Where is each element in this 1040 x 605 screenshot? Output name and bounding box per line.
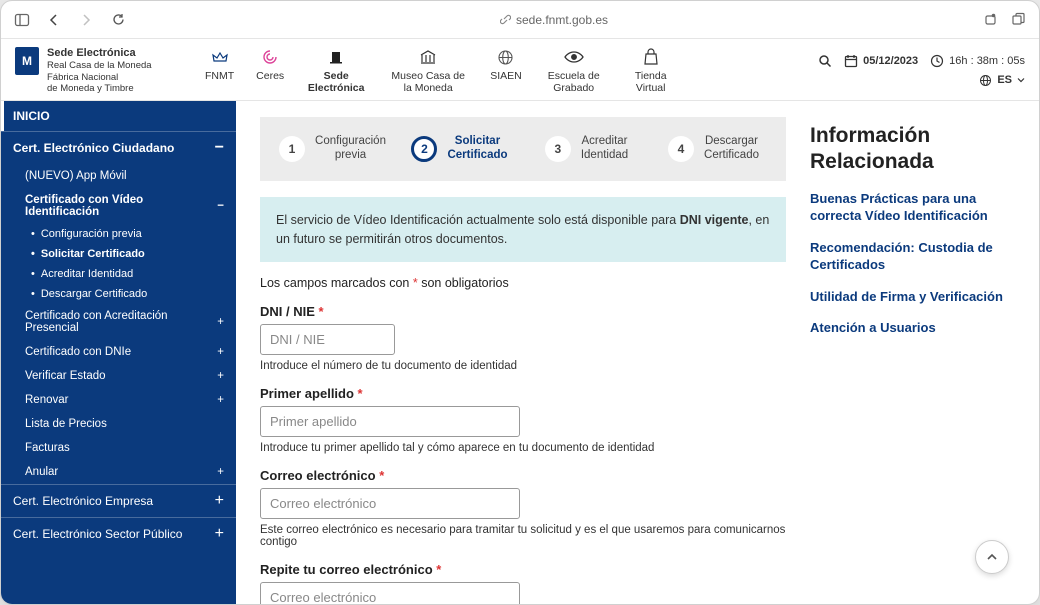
form-area: 1Configuraciónprevia 2SolicitarCertifica…: [260, 101, 786, 604]
step-4[interactable]: 4DescargarCertificado: [653, 135, 774, 163]
brand[interactable]: Sede Electrónica Real Casa de la Moneda …: [15, 47, 195, 94]
eye-icon: [564, 47, 584, 67]
dni-label: DNI / NIE *: [260, 304, 786, 319]
info-notice: El servicio de Vídeo Identificación actu…: [260, 197, 786, 263]
sidebar-cert-acreditacion[interactable]: Certificado con Acreditación Presencial+: [1, 304, 236, 340]
reload-icon[interactable]: [109, 11, 127, 29]
lang-selector[interactable]: ES: [978, 73, 1025, 87]
sidebar-cert-dnie[interactable]: Certificado con DNIe+: [1, 340, 236, 364]
bag-icon: [641, 47, 661, 67]
email-label: Correo electrónico *: [260, 468, 786, 483]
field-email: Correo electrónico * Este correo electró…: [260, 468, 786, 548]
expand-icon: +: [217, 466, 224, 478]
dni-input[interactable]: [260, 324, 395, 355]
email-hint: Este correo electrónico es necesario par…: [260, 524, 786, 548]
sidebar-acreditar[interactable]: Acreditar Identidad: [1, 264, 236, 284]
nav-fnmt[interactable]: FNMT: [205, 47, 234, 94]
brand-text: Sede Electrónica Real Casa de la Moneda …: [47, 47, 152, 94]
date-display: 05/12/2023: [844, 54, 918, 68]
collapse-icon: −: [215, 140, 224, 156]
apellido-hint: Introduce tu primer apellido tal y cómo …: [260, 442, 786, 454]
globe-small-icon: [978, 73, 992, 87]
step-1[interactable]: 1Configuraciónprevia: [272, 135, 393, 163]
calendar-icon: [844, 54, 858, 68]
expand-icon: +: [215, 493, 224, 509]
museum-icon: [418, 47, 438, 67]
email-input[interactable]: [260, 488, 520, 519]
share-icon[interactable]: [981, 11, 999, 29]
field-apellido: Primer apellido * Introduce tu primer ap…: [260, 386, 786, 454]
top-right: 05/12/2023 16h : 38m : 05s ES: [818, 54, 1025, 87]
sidebar-solicitar[interactable]: Solicitar Certificado: [1, 244, 236, 264]
main: 1Configuraciónprevia 2SolicitarCertifica…: [236, 101, 1039, 604]
nav-escuela[interactable]: Escuela de Grabado: [544, 47, 604, 94]
step-2[interactable]: 2SolicitarCertificado: [399, 135, 520, 163]
nav-sede[interactable]: Sede Electrónica: [306, 47, 366, 94]
sidebar-renovar[interactable]: Renovar+: [1, 388, 236, 412]
nav-museo[interactable]: Museo Casa de la Moneda: [388, 47, 468, 94]
nav-siaen[interactable]: SIAEN: [490, 47, 522, 94]
sidebar-home[interactable]: INICIO: [1, 101, 236, 131]
sidebar-cert-ciudadano[interactable]: Cert. Electrónico Ciudadano−: [1, 131, 236, 164]
field-email-repeat: Repite tu correo electrónico *: [260, 562, 786, 604]
forward-icon[interactable]: [77, 11, 95, 29]
aside-info: Información Relacionada Buenas Prácticas…: [810, 101, 1015, 604]
apellido-label: Primer apellido *: [260, 386, 786, 401]
chevron-up-icon: [985, 550, 999, 564]
expand-icon: +: [217, 394, 224, 406]
sidebar: INICIO Cert. Electrónico Ciudadano− (NUE…: [1, 101, 236, 604]
aside-link-custodia[interactable]: Recomendación: Custodia de Certificados: [810, 239, 1015, 274]
apellido-input[interactable]: [260, 406, 520, 437]
email2-input[interactable]: [260, 582, 520, 604]
nav-items: FNMT Ceres Sede Electrónica Museo Casa d…: [205, 47, 808, 94]
expand-icon: +: [217, 370, 224, 382]
address-bar[interactable]: sede.fnmt.gob.es: [141, 13, 967, 27]
crown-icon: [210, 47, 230, 67]
globe-icon: [496, 47, 516, 67]
aside-link-firma[interactable]: Utilidad de Firma y Verificación: [810, 288, 1015, 306]
sidebar-precios[interactable]: Lista de Precios: [1, 412, 236, 436]
back-icon[interactable]: [45, 11, 63, 29]
sidebar-config-previa[interactable]: Configuración previa: [1, 224, 236, 244]
nav-ceres[interactable]: Ceres: [256, 47, 284, 94]
aside-link-atencion[interactable]: Atención a Usuarios: [810, 319, 1015, 337]
wizard-steps: 1Configuraciónprevia 2SolicitarCertifica…: [260, 117, 786, 181]
search-icon[interactable]: [818, 54, 832, 68]
building-icon: [326, 47, 346, 67]
required-note: Los campos marcados con * son obligatori…: [260, 276, 786, 290]
field-dni: DNI / NIE * Introduce el número de tu do…: [260, 304, 786, 372]
browser-toolbar: sede.fnmt.gob.es: [1, 1, 1039, 39]
nav-tienda[interactable]: Tienda Virtual: [626, 47, 676, 94]
sidebar-verificar[interactable]: Verificar Estado+: [1, 364, 236, 388]
lock-icon: [500, 14, 511, 25]
top-nav: Sede Electrónica Real Casa de la Moneda …: [1, 39, 1039, 101]
chevron-down-icon: [1017, 76, 1025, 84]
sidebar-cert-empresa[interactable]: Cert. Electrónico Empresa+: [1, 484, 236, 517]
clock-icon: [930, 54, 944, 68]
sidebar-anular[interactable]: Anular+: [1, 460, 236, 484]
step-3[interactable]: 3AcreditarIdentidad: [526, 135, 647, 163]
scroll-top-button[interactable]: [975, 540, 1009, 574]
aside-link-practicas[interactable]: Buenas Prácticas para una correcta Vídeo…: [810, 190, 1015, 225]
sidebar-cert-sector[interactable]: Cert. Electrónico Sector Público+: [1, 517, 236, 550]
sidebar-toggle-icon[interactable]: [13, 11, 31, 29]
brand-logo-icon: [15, 47, 39, 75]
content: INICIO Cert. Electrónico Ciudadano− (NUE…: [1, 101, 1039, 604]
sidebar-descargar[interactable]: Descargar Certificado: [1, 284, 236, 304]
app-window: sede.fnmt.gob.es Sede Electrónica Real C…: [0, 0, 1040, 605]
collapse-icon: −: [217, 200, 224, 212]
time-display: 16h : 38m : 05s: [930, 54, 1025, 68]
sidebar-cert-video[interactable]: Certificado con Vídeo Identificación−: [1, 188, 236, 224]
tabs-icon[interactable]: [1009, 11, 1027, 29]
expand-icon: +: [215, 526, 224, 542]
url-text: sede.fnmt.gob.es: [516, 13, 608, 27]
swirl-icon: [260, 47, 280, 67]
sidebar-facturas[interactable]: Facturas: [1, 436, 236, 460]
expand-icon: +: [217, 346, 224, 358]
aside-title: Información Relacionada: [810, 123, 1015, 173]
expand-icon: +: [217, 316, 224, 328]
dni-hint: Introduce el número de tu documento de i…: [260, 360, 786, 372]
sidebar-nuevo-app[interactable]: (NUEVO) App Móvil: [1, 164, 236, 188]
email2-label: Repite tu correo electrónico *: [260, 562, 786, 577]
